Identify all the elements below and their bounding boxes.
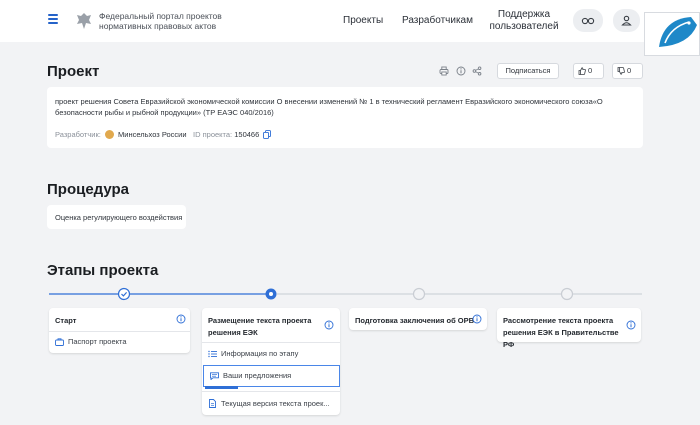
step-pending-icon (560, 287, 574, 301)
info-icon[interactable] (472, 314, 482, 324)
fish-logo-icon (659, 17, 697, 47)
stage-subitem-label: Текущая версия текста проек... (221, 399, 330, 408)
account-button[interactable] (613, 9, 640, 32)
procedure-heading: Процедура (47, 181, 130, 198)
project-description: проект решения Совета Евразийской эконом… (55, 97, 603, 117)
subscribe-button[interactable]: Подписаться (497, 63, 559, 79)
glasses-icon (581, 17, 595, 25)
dislike-count: 0 (627, 66, 632, 75)
user-icon (621, 15, 632, 26)
accessibility-button[interactable] (573, 9, 603, 32)
project-id: ID проекта: 150466 (193, 130, 272, 139)
copy-icon[interactable] (263, 130, 272, 139)
like-count: 0 (588, 66, 593, 75)
stage-subitem-label: Ваши предложения (223, 371, 292, 380)
stage-subitem-active[interactable]: Ваши предложения (203, 365, 340, 389)
info-icon[interactable] (176, 314, 186, 324)
divider (202, 342, 340, 343)
comment-icon (210, 372, 219, 381)
thumb-down-icon (617, 67, 625, 75)
developer-label: Разработчик: (55, 130, 101, 139)
stage-card-placement[interactable]: Размещение текста проекта решения ЕЭК Ин… (202, 308, 340, 415)
step-pending-icon (412, 287, 426, 301)
list-icon (208, 350, 217, 358)
share-icon[interactable] (472, 66, 482, 76)
nav-projects[interactable]: Проекты (343, 15, 383, 26)
menu-icon[interactable] (48, 14, 58, 26)
org-emblem-icon (104, 130, 114, 139)
procedure-value: Оценка регулирующего воздействия (55, 213, 183, 222)
divider (202, 391, 340, 392)
nav-support[interactable]: Поддержка пользователей (489, 9, 559, 33)
procedure-card: Оценка регулирующего воздействия (47, 205, 186, 229)
stage-title: Старт (55, 316, 77, 325)
active-indicator (205, 386, 238, 389)
info-icon[interactable] (456, 66, 466, 76)
like-button[interactable]: 0 (573, 63, 604, 79)
print-icon[interactable] (439, 66, 449, 76)
passport-icon (55, 338, 64, 346)
stage-subitem-label: Информация по этапу (221, 349, 299, 358)
stage-subitem[interactable]: Паспорт проекта (55, 337, 127, 346)
project-card: проект решения Совета Евразийской эконом… (47, 87, 643, 148)
stage-subitem[interactable]: Текущая версия текста проек... (208, 399, 330, 408)
thumb-up-icon (578, 67, 586, 75)
stage-subitem[interactable]: Ваши предложения (210, 371, 292, 381)
stages-timeline (49, 287, 642, 301)
divider (49, 331, 190, 332)
info-icon[interactable] (324, 320, 334, 330)
project-id-label: ID проекта: (193, 130, 233, 139)
stage-subitem-label: Паспорт проекта (68, 337, 127, 346)
project-developer: Разработчик: Минсельхоз России (55, 130, 187, 139)
info-icon[interactable] (626, 320, 636, 330)
document-icon (209, 399, 216, 408)
dislike-button[interactable]: 0 (612, 63, 643, 79)
stage-title: Размещение текста проекта решения ЕЭК (208, 316, 312, 337)
stage-card-review[interactable]: Рассмотрение текста проекта решения ЕЭК … (497, 308, 641, 349)
top-header: Федеральный портал проектов нормативных … (0, 0, 700, 42)
stage-title: Подготовка заключения об ОРВ (355, 316, 475, 325)
emblem-icon (77, 13, 91, 29)
stage-card-start[interactable]: Старт Паспорт проекта (49, 308, 190, 353)
developer-name[interactable]: Минсельхоз России (118, 130, 187, 139)
corner-logo (644, 12, 700, 56)
project-id-value: 150466 (234, 130, 260, 139)
stage-title: Рассмотрение текста проекта решения ЕЭК … (503, 316, 619, 349)
nav-developers[interactable]: Разработчикам (402, 15, 473, 26)
stage-card-conclusion[interactable]: Подготовка заключения об ОРВ (349, 308, 487, 330)
step-current-icon (265, 288, 277, 300)
project-heading: Проект (47, 63, 100, 80)
stage-subitem[interactable]: Информация по этапу (208, 349, 298, 358)
step-done-icon (117, 287, 131, 301)
portal-title[interactable]: Федеральный портал проектов нормативных … (99, 11, 249, 31)
stages-heading: Этапы проекта (47, 262, 159, 279)
